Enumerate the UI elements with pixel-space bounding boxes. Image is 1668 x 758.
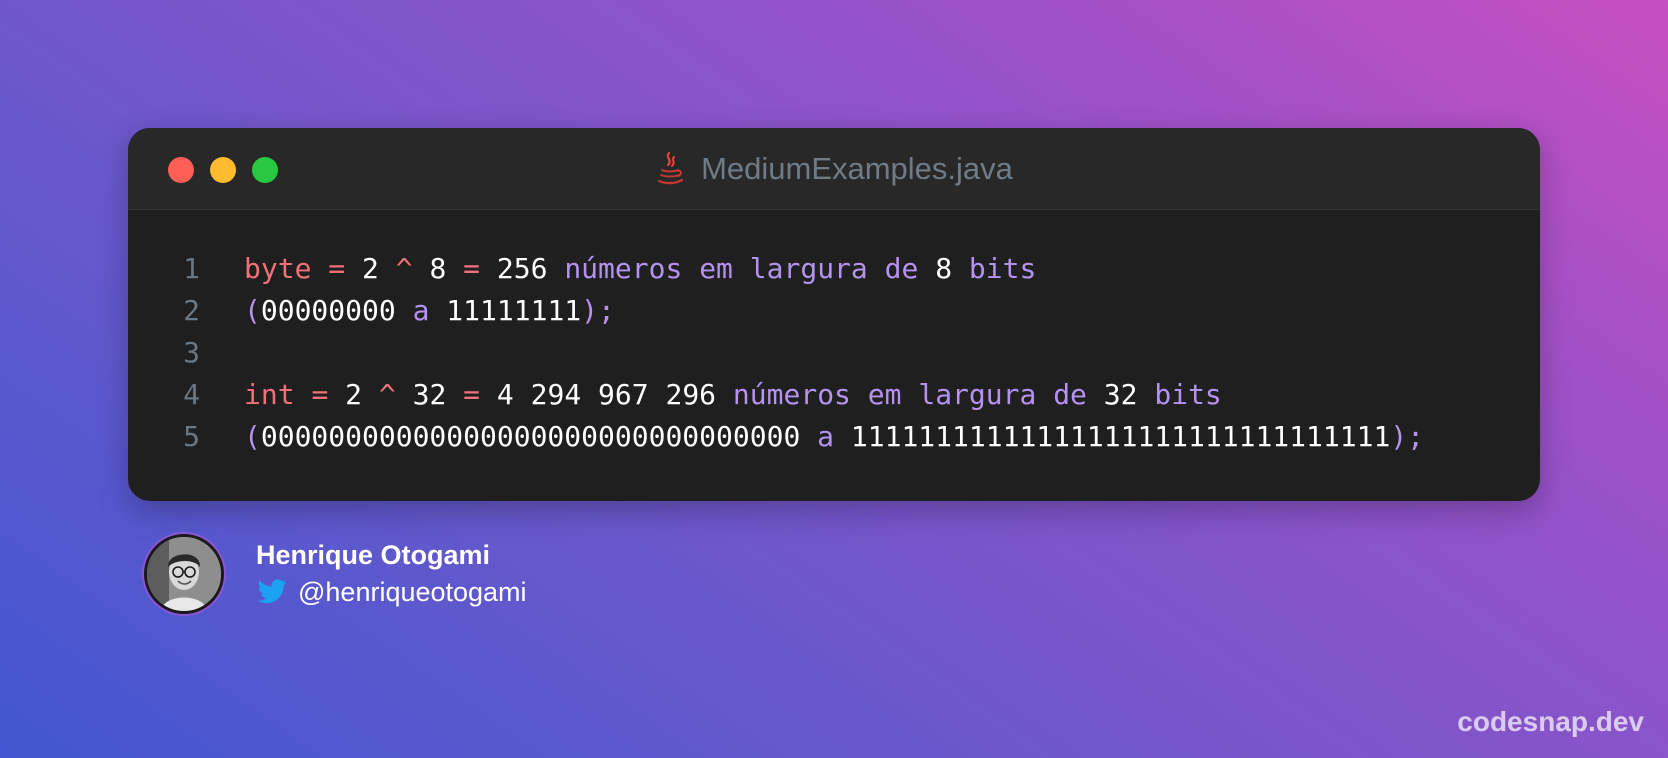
code-token: 11111111111111111111111111111111: [850, 420, 1391, 453]
code-text: (00000000 a 11111111);: [244, 290, 615, 332]
window-titlebar: MediumExamples.java: [128, 128, 1540, 210]
code-token: a: [817, 420, 835, 453]
code-line: 4 int = 2 ^ 32 = 4 294 967 296 números em…: [128, 374, 1540, 416]
code-window: MediumExamples.java 1 byte = 2 ^ 8 = 256 …: [128, 128, 1540, 501]
author-handle-row: @henriqueotogami: [256, 576, 527, 608]
avatar: [144, 534, 224, 614]
code-line: 1 byte = 2 ^ 8 = 256 números em largura d…: [128, 248, 1540, 290]
code-text: byte = 2 ^ 8 = 256 números em largura de…: [244, 248, 1036, 290]
author-name: Henrique Otogami: [256, 540, 491, 570]
code-body: 1 byte = 2 ^ 8 = 256 números em largura d…: [128, 248, 1540, 458]
code-token: byte: [244, 252, 312, 285]
window-title: MediumExamples.java: [701, 150, 1013, 186]
java-icon: [657, 151, 684, 184]
code-token: 32: [1103, 378, 1138, 411]
code-token: int: [244, 378, 295, 411]
line-number: 1: [183, 252, 200, 285]
code-token: =: [311, 378, 329, 411]
code-token: (: [244, 294, 261, 327]
code-token: =: [463, 378, 481, 411]
code-token: números em largura de: [564, 252, 919, 285]
code-token: );: [1390, 420, 1425, 453]
code-token: 11111111: [446, 294, 582, 327]
code-token: ^: [395, 252, 413, 285]
line-number: 4: [183, 378, 200, 411]
line-number: 5: [183, 420, 200, 453]
code-token: (: [244, 420, 261, 453]
twitter-icon: [257, 579, 287, 604]
line-number: 3: [183, 336, 200, 369]
codesnap-watermark: codesnap.dev: [1457, 706, 1644, 737]
code-text: (00000000000000000000000000000000 a 1111…: [244, 416, 1424, 458]
code-token: 2: [345, 378, 363, 411]
code-line: 5 (00000000000000000000000000000000 a 111…: [128, 416, 1540, 458]
code-token: 256: [496, 252, 548, 285]
code-token: 8: [935, 252, 953, 285]
code-text: int = 2 ^ 32 = 4 294 967 296 números em …: [244, 374, 1222, 416]
code-token: números em largura de: [732, 378, 1087, 411]
window-title-group: MediumExamples.java: [128, 128, 1540, 209]
code-token: bits: [968, 252, 1037, 285]
author-handle[interactable]: @henriqueotogami: [298, 577, 527, 608]
code-token: 2: [362, 252, 379, 285]
code-token: 32: [412, 378, 447, 411]
code-line: 2 (00000000 a 11111111);: [128, 290, 1540, 332]
code-line: 3: [128, 332, 1540, 374]
code-token: 8: [429, 252, 447, 285]
line-number: 2: [183, 294, 200, 327]
avatar-portrait: [147, 537, 221, 611]
code-token: ^: [378, 378, 396, 411]
code-token: =: [463, 252, 481, 285]
code-token: a: [412, 294, 430, 327]
code-token: 00000000000000000000000000000000: [260, 420, 801, 453]
code-token: 4 294 967 296: [496, 378, 717, 411]
code-token: );: [581, 294, 615, 327]
code-token: =: [328, 252, 346, 285]
code-token: bits: [1154, 378, 1222, 411]
code-token: 00000000: [260, 294, 396, 327]
